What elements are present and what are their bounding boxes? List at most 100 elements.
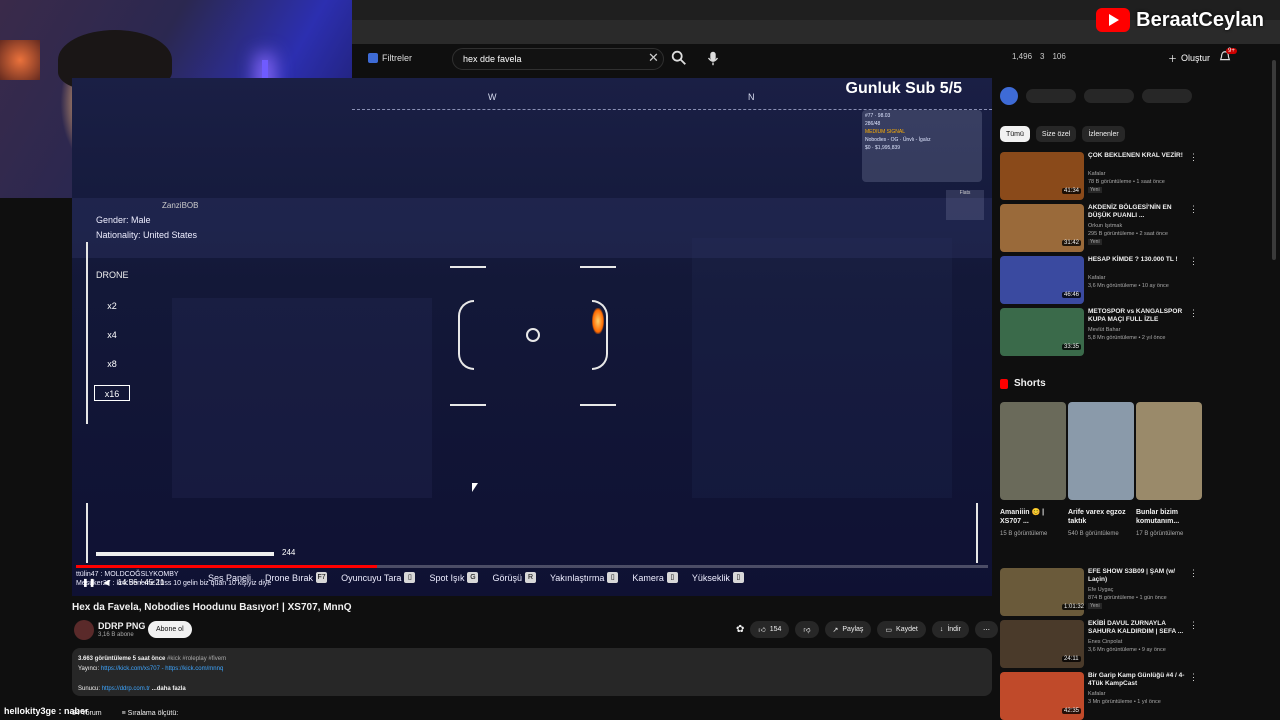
video-progress[interactable] [76,565,988,568]
sidebar-pill[interactable] [1084,89,1134,103]
chip-watched[interactable]: İzlenenler [1082,126,1125,142]
more-vert-icon[interactable]: ⋮ [1189,620,1198,631]
rec-channel: Orkun Işıtmak [1088,223,1123,229]
video-progress-fill [76,565,377,568]
share-button[interactable]: ↗ Paylaş [824,621,872,638]
video-duration: 31:42 [1062,240,1082,246]
rec-meta: 5,8 Mn görüntüleme • 2 yıl önce [1088,335,1166,341]
short-views: 15 B görüntüleme [1000,531,1048,537]
recommended-video[interactable]: 31:42 AKDENİZ BÖLGESİ'NİN EN DÜŞÜK PUANLI… [1000,204,1200,252]
mouse-icon: ▯ [404,572,416,583]
page-scrollbar[interactable] [1272,60,1276,260]
desc-more-link[interactable]: ...daha fazla [152,686,186,692]
desc-streamer-links[interactable]: https://kick.com/xs707 - https://kick.co… [101,666,223,672]
new-badge: Yeni [1088,603,1102,609]
zoom-levels: x2 x4 x8 x16 [94,298,130,401]
recommended-video[interactable]: 41:34 ÇOK BEKLENEN KRAL VEZİR! Kafalar 78 B… [1000,152,1200,200]
keybind-label: Yükseklik [691,572,730,583]
filters-label: Filtreler [382,53,413,63]
hud-compass: W N [352,92,992,110]
video-player[interactable]: W N Gunluk Sub 5/5 #77 · 98.03 286/48 ME… [72,78,992,596]
more-vert-icon[interactable]: ⋮ [1189,568,1198,579]
dislike-button[interactable]: 👎︎ [795,621,819,638]
more-vert-icon[interactable]: ⋮ [1189,204,1198,215]
save-button[interactable]: ▭ Kaydet [877,621,926,638]
short-thumbnail[interactable] [1068,402,1134,500]
chip-all[interactable]: Tümü [1000,126,1030,142]
sort-label: Sıralama ölçütü: [127,710,179,717]
keybind-label: Görüşü [492,572,522,583]
video-duration: 1:01:32 [1062,604,1087,610]
video-description[interactable]: 3.663 görüntüleme 5 saat önce #kick #rol… [72,648,992,696]
crosshair-line [580,266,616,268]
download-icon: ↓ [939,626,944,633]
zoom-level-active: x16 [94,385,130,401]
rec-meta: 3 Mn görüntüleme • 1 yıl önce [1088,699,1161,705]
filters-button[interactable]: Filtreler [360,50,420,66]
recommended-video[interactable]: 33:35 METOSPOR vs KANGALSPOR KUPA MAÇI FU… [1000,308,1200,356]
channel-subscribers: 3,16 B abone [98,632,134,638]
zoom-label: DRONE [96,270,129,280]
zoom-rail [86,242,88,424]
panel-count: 286/48 [865,121,881,127]
rec-channel: Kafalar [1088,275,1106,281]
flag-label: Flats [959,190,971,196]
extension-icon[interactable]: ✿ [736,624,744,635]
sidebar-pill[interactable] [1142,89,1192,103]
short-video[interactable]: Arife varex egzoz taktık 540 B görüntülem… [1068,402,1134,538]
keycap: R [524,572,536,583]
shorts-icon [1000,378,1008,389]
keybind: Oyuncuyu Tara ▯ [341,572,416,583]
more-vert-icon[interactable]: ⋮ [1189,256,1198,267]
sort-button[interactable]: ≡ Sıralama ölçütü: [122,710,179,717]
more-vert-icon[interactable]: ⋮ [1189,672,1198,683]
chip-for-you[interactable]: Size özel [1035,126,1077,142]
close-icon[interactable]: ✕ [648,50,659,66]
short-title: Arife varex egzoz taktık [1068,509,1126,525]
channel-avatar[interactable] [74,620,94,640]
short-video[interactable]: Amaniiin 😊 | XS707 ... 15 B görüntüleme [1000,402,1066,538]
mouse-icon: ▯ [666,572,678,583]
create-label: Oluştur [1181,53,1211,63]
short-thumbnail[interactable] [1136,402,1202,500]
download-button[interactable]: ↓ İndir [931,621,969,638]
recommended-video[interactable]: 1:01:32 EFE SHOW S3B09 | ŞAM (w/ Laçin) Ef… [1000,568,1200,616]
more-actions-button[interactable]: ⋯ [974,621,998,638]
keybind-label: Yakınlaştırma [549,572,605,583]
search-input[interactable]: hex dde favela [452,48,664,70]
new-badge: Yeni [1088,239,1102,245]
recommended-video[interactable]: 24:11 EKİBİ DAVUL ZURNAYLA SAHURA KALDIRD… [1000,620,1200,668]
desc-server-link[interactable]: https://ddrp.com.tr [102,686,150,692]
like-button[interactable]: 👍︎ 154 [750,621,790,638]
subscribe-button[interactable]: Abone ol [148,621,192,638]
frame-edge [976,503,978,563]
pause-icon[interactable]: ❚❚ [82,578,95,587]
more-vert-icon[interactable]: ⋮ [1189,308,1198,319]
target-callsign: ZanziBOB [162,201,199,210]
stat-value: 1,496 [1012,52,1033,61]
hud-flag: Flats [946,190,984,220]
notification-badge: 9+ [1226,48,1237,54]
short-video[interactable]: Bunlar bizim komutanım... 17 B görüntülem… [1136,402,1202,538]
zoom-level: x4 [107,330,117,340]
recommended-video[interactable]: 42:35 Bir Garip Kamp Günlüğü #4 / 4-4Tük … [1000,672,1200,720]
drone-battery-value: 244 [282,548,296,557]
drone-battery-bar [96,552,274,556]
keycap: F7 [316,572,328,583]
webcam-heater [0,40,40,80]
short-thumbnail[interactable] [1000,402,1066,500]
recommended-video[interactable]: 46:46 HESAP KİMDE ? 130.000 TL ! Kafalar 3,… [1000,256,1200,304]
keybind-label: Oyuncuyu Tara [341,572,402,583]
channel-name[interactable]: DDRP PNG [98,621,145,631]
more-vert-icon[interactable]: ⋮ [1189,152,1198,163]
desc-tags: #kick #roleplay #fivem [167,656,227,662]
bookmark-icon: ▭ [885,626,893,634]
extension-logo-icon [1000,87,1018,105]
volume-icon[interactable]: ◀ [103,578,109,587]
search-icon[interactable] [670,49,688,67]
video-duration: 33:35 [1062,344,1082,350]
sidebar-pill[interactable] [1026,89,1076,103]
microphone-icon[interactable] [704,49,722,67]
target-info: ZanziBOB Gender: Male Nationality: Unite… [96,198,198,243]
create-button[interactable]: ＋ Oluştur [1160,49,1218,67]
